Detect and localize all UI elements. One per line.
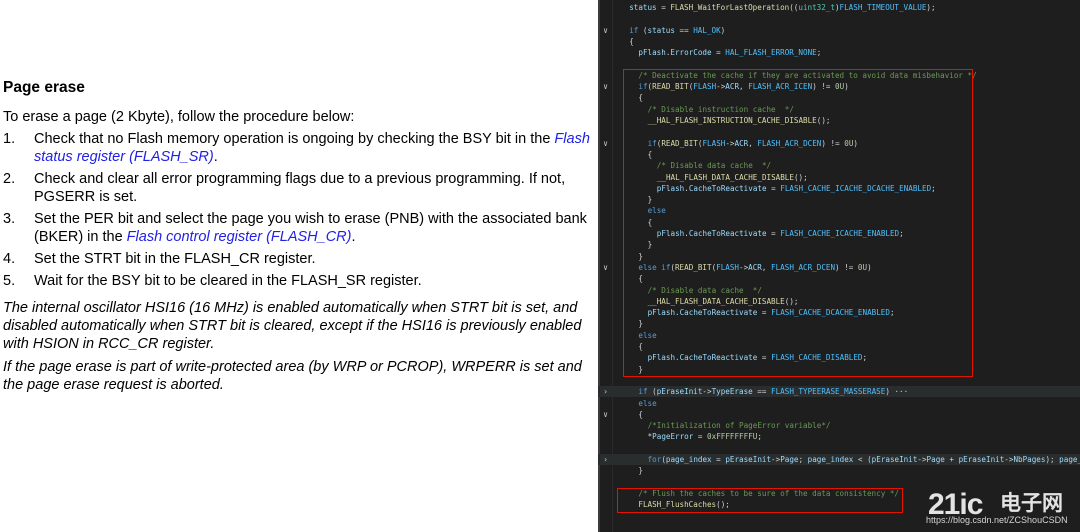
fold-expanded-icon[interactable]: ∨ <box>601 409 610 420</box>
code-line[interactable]: /*Initialization of PageError variable*/ <box>598 420 1080 431</box>
procedure-step: 1. Check that no Flash memory operation i… <box>3 130 598 166</box>
code-line[interactable]: › for(page_index = pEraseInit->Page; page… <box>598 454 1080 465</box>
code-text: if (status == HAL_OK) <box>629 25 726 35</box>
procedure-steps: 1. Check that no Flash memory operation i… <box>3 130 598 294</box>
procedure-step: 3. Set the PER bit and select the page yo… <box>3 210 598 246</box>
step-text: Set the STRT bit in the FLASH_CR registe… <box>34 251 316 267</box>
document-pane: Page erase To erase a page (2 Kbyte), fo… <box>0 0 598 532</box>
code-text: status = FLASH_WaitForLastOperation((uin… <box>629 3 936 12</box>
step-number: 3. <box>3 211 16 227</box>
code-editor[interactable]: status = FLASH_WaitForLastOperation((uin… <box>598 0 1080 532</box>
fold-expanded-icon[interactable]: ∨ <box>601 25 610 36</box>
code-line[interactable]: › if (pEraseInit->TypeErase == FLASH_TYPE… <box>598 386 1080 398</box>
highlight-box-flush-caches <box>617 488 903 513</box>
step-number: 2. <box>3 171 16 187</box>
procedure-step: 5. Wait for the BSY bit to be cleared in … <box>3 272 598 290</box>
fold-collapsed-icon[interactable]: › <box>601 386 610 397</box>
code-line[interactable]: status = FLASH_WaitForLastOperation((uin… <box>598 2 1080 13</box>
code-line[interactable] <box>598 443 1080 454</box>
watermark-url: https://blog.csdn.net/ZCShouCSDN <box>926 515 1068 525</box>
code-text: pFlash.ErrorCode = HAL_FLASH_ERROR_NONE; <box>638 48 822 58</box>
code-line[interactable] <box>598 477 1080 488</box>
code-line[interactable]: ∨{ <box>598 409 1080 420</box>
code-text: for(page_index = pEraseInit->Page; page_… <box>647 455 1080 464</box>
code-line[interactable]: } <box>598 465 1080 476</box>
fold-collapsed-icon[interactable]: › <box>601 454 610 465</box>
register-link[interactable]: Flash control register (FLASH_CR) <box>127 229 352 245</box>
note-hsi16: The internal oscillator HSI16 (16 MHz) i… <box>3 300 582 352</box>
code-text: else <box>638 398 657 408</box>
procedure-step: 2. Check and clear all error programming … <box>3 170 598 206</box>
step-number: 1. <box>3 131 16 147</box>
code-line[interactable]: *PageError = 0xFFFFFFFFU; <box>598 431 1080 442</box>
step-number: 5. <box>3 273 16 289</box>
step-text: Check that no Flash memory operation is … <box>34 131 555 147</box>
section-heading: Page erase <box>3 79 85 96</box>
intro-text: To erase a page (2 Kbyte), follow the pr… <box>3 109 355 125</box>
highlight-box-cache-disable <box>623 69 973 377</box>
fold-expanded-icon[interactable]: ∨ <box>601 81 610 92</box>
code-line[interactable]: { <box>598 36 1080 47</box>
fold-expanded-icon[interactable]: ∨ <box>601 138 610 149</box>
step-text-end: . <box>351 229 356 245</box>
code-text: { <box>638 409 643 419</box>
step-text: Wait for the BSY bit to be cleared in th… <box>34 273 422 289</box>
step-text: Check and clear all error programming fl… <box>34 171 566 205</box>
note-wrperr: If the page erase is part of write-prote… <box>3 359 582 393</box>
code-line[interactable] <box>598 59 1080 70</box>
code-line[interactable]: pFlash.ErrorCode = HAL_FLASH_ERROR_NONE; <box>598 47 1080 58</box>
fold-expanded-icon[interactable]: ∨ <box>601 262 610 273</box>
step-text-end: . <box>213 149 218 165</box>
code-text: { <box>629 36 634 46</box>
code-text: *PageError = 0xFFFFFFFFU; <box>647 432 762 442</box>
code-text: /*Initialization of PageError variable*/ <box>647 421 831 431</box>
code-line[interactable]: else <box>598 398 1080 409</box>
procedure-step: 4. Set the STRT bit in the FLASH_CR regis… <box>3 250 598 268</box>
code-text: } <box>638 466 643 476</box>
code-text: if (pEraseInit->TypeErase == FLASH_TYPEE… <box>638 387 909 397</box>
code-line[interactable] <box>598 13 1080 24</box>
step-number: 4. <box>3 251 16 267</box>
code-line[interactable]: ∨ if (status == HAL_OK) <box>598 25 1080 36</box>
watermark-cn-text: 电子网 <box>1000 491 1063 515</box>
